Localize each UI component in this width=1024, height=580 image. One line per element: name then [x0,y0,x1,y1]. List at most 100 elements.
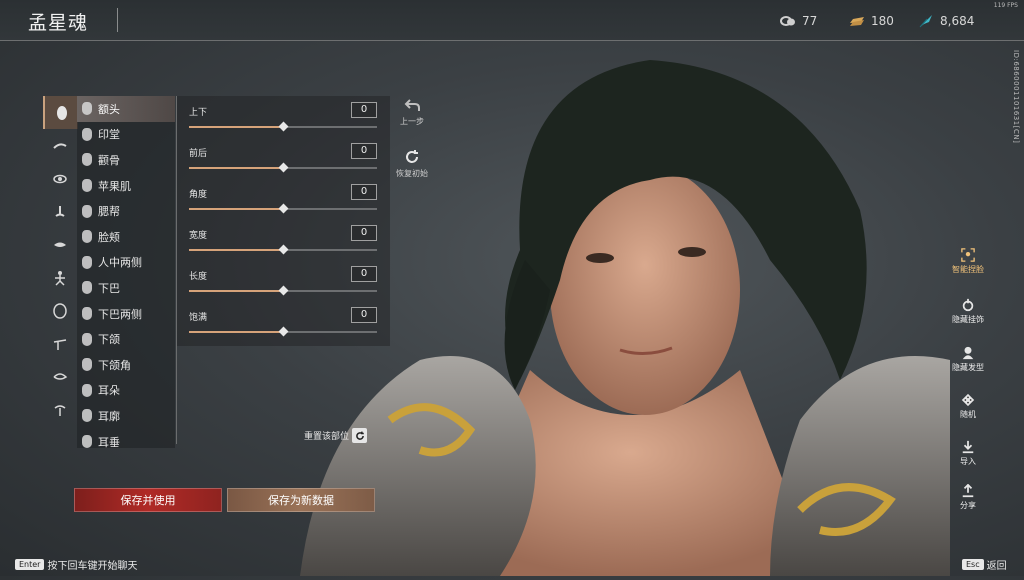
slider-row: 宽度 0 [177,219,390,260]
face-part-icon [82,230,92,244]
share-icon [962,484,974,498]
hide-accessory-button[interactable]: 隐藏挂饰 [946,298,990,325]
slider-track[interactable] [189,244,377,255]
face-part-icon [82,307,92,321]
slider-fill [189,249,283,251]
reset-part-button[interactable] [352,428,368,443]
face-part-label: 下颌角 [98,358,131,372]
slider-value-input[interactable]: 0 [351,102,377,118]
face-part-item[interactable]: 耳廓 [77,403,175,429]
face-part-label: 下颌 [98,333,120,347]
slider-track[interactable] [189,326,377,337]
hair-icon[interactable] [43,327,76,360]
face-part-item[interactable]: 印堂 [77,122,175,148]
random-button[interactable]: 随机 [946,393,990,420]
eyebrow-icon[interactable] [43,129,76,162]
face-part-label: 印堂 [98,128,120,142]
lip-makeup-icon[interactable] [43,393,76,426]
slider-value-input[interactable]: 0 [351,225,377,241]
face-part-icon [82,332,92,346]
coins-value: 77 [802,14,818,28]
reset-part-label: 重置该部位 [304,432,350,442]
slider-panel: 上下 0 前后 0 角度 0 宽度 0 长度 0 饱满 0 [177,96,390,346]
head-shape-icon[interactable] [43,294,76,327]
fps-counter: 119 FPS [993,2,1018,9]
slider-row: 前后 0 [177,137,390,178]
face-part-item[interactable]: 下颌角 [77,352,175,378]
face-part-item[interactable]: 苹果肌 [77,173,175,199]
import-icon [962,440,974,454]
face-part-label: 下巴两侧 [98,307,142,321]
mouth-icon[interactable] [43,228,76,261]
slider-track[interactable] [189,203,377,214]
slider-track[interactable] [189,162,377,173]
slider-handle[interactable] [278,203,289,214]
face-part-icon [82,179,92,193]
slider-label: 前后 [189,149,208,159]
face-part-item[interactable]: 下巴两侧 [77,301,175,327]
slider-handle[interactable] [278,244,289,255]
slider-value-input[interactable]: 0 [351,184,377,200]
back-hint: Esc 返回 [962,557,1007,572]
category-icon-column [43,96,78,430]
slider-handle[interactable] [278,326,289,337]
face-part-item[interactable]: 下巴 [77,275,175,301]
esc-key[interactable]: Esc [962,559,984,570]
slider-track[interactable] [189,285,377,296]
slider-row: 角度 0 [177,178,390,219]
face-part-item[interactable]: 额头 [77,96,175,122]
currency-ingots: 180 [849,12,894,30]
slider-label: 宽度 [189,231,208,241]
refresh-icon [406,150,418,163]
face-part-icon [82,255,92,269]
slider-fill [189,126,283,128]
slider-value-input[interactable]: 0 [351,143,377,159]
face-icon[interactable] [43,96,78,129]
hide-hair-button[interactable]: 隐藏发型 [946,346,990,373]
slider-label: 角度 [189,190,208,200]
face-part-icon [82,383,92,397]
face-part-label: 耳朵 [98,384,120,398]
feather-icon [919,15,932,28]
body-icon[interactable] [43,261,76,294]
face-part-item[interactable]: 耳垂 [77,429,175,455]
slider-track[interactable] [189,121,377,132]
face-part-item[interactable]: 颧骨 [77,147,175,173]
face-part-icon [82,102,92,116]
reset-part[interactable]: 重置该部位 [304,428,368,443]
accessory-icon [962,298,974,312]
nose-icon[interactable] [43,195,76,228]
hide-hair-label: 隐藏发型 [952,363,984,372]
slider-fill [189,331,283,333]
face-part-item[interactable]: 脸颊 [77,224,175,250]
undo-icon [404,99,420,111]
character-name: 孟星魂 [28,12,89,34]
import-button[interactable]: 导入 [946,440,990,467]
face-part-item[interactable]: 耳朵 [77,378,175,404]
share-button[interactable]: 分享 [946,484,990,511]
share-label: 分享 [960,501,976,510]
slider-row: 上下 0 [177,96,390,137]
face-part-item[interactable]: 腮帮 [77,198,175,224]
eye-icon[interactable] [43,162,76,195]
slider-handle[interactable] [278,121,289,132]
save-and-use-button[interactable]: 保存并使用 [74,488,222,512]
slider-fill [189,290,283,292]
slider-handle[interactable] [278,285,289,296]
face-part-label: 人中两侧 [98,256,142,270]
slider-fill [189,208,283,210]
restore-button[interactable]: 恢复初始 [392,149,432,179]
undo-button[interactable]: 上一步 [392,97,432,127]
enter-key[interactable]: Enter [15,559,45,570]
face-part-item[interactable]: 下颌 [77,326,175,352]
slider-handle[interactable] [278,162,289,173]
eye-makeup-icon[interactable] [43,360,76,393]
slider-value-input[interactable]: 0 [351,266,377,282]
face-part-item[interactable]: 人中两侧 [77,250,175,276]
currency-feathers: 8,684 [918,12,974,30]
slider-value-input[interactable]: 0 [351,307,377,323]
slider-label: 上下 [189,108,208,118]
save-as-new-button[interactable]: 保存为新数据 [227,488,375,512]
smart-face-button[interactable]: 智能捏脸 [946,248,990,275]
face-part-icon [82,204,92,218]
